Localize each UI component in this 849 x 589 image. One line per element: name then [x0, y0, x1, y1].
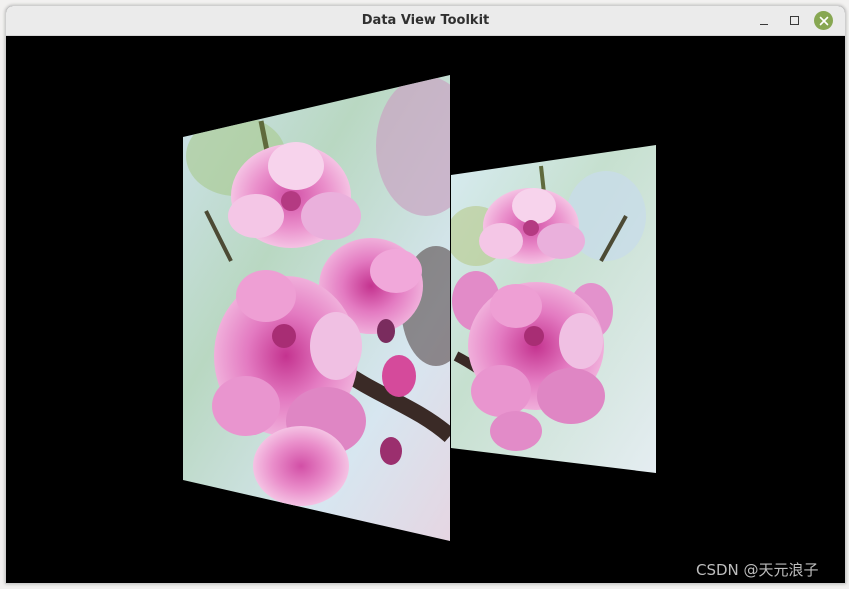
app-window: Data View Toolkit CSDN @天元浪子 — [5, 5, 846, 584]
window-title: Data View Toolkit — [361, 13, 490, 28]
close-button[interactable] — [814, 11, 833, 30]
close-icon — [814, 11, 833, 30]
title-bar[interactable]: Data View Toolkit — [6, 6, 845, 36]
minimize-button[interactable] — [754, 11, 773, 30]
right-image-plane — [451, 145, 656, 473]
render-canvas[interactable] — [6, 36, 845, 583]
maximize-icon — [790, 16, 799, 25]
maximize-button[interactable] — [785, 11, 804, 30]
left-image-plane — [183, 75, 450, 541]
watermark: CSDN @天元浪子 — [696, 561, 819, 579]
scene-svg — [183, 75, 656, 541]
minimize-icon — [759, 23, 768, 25]
